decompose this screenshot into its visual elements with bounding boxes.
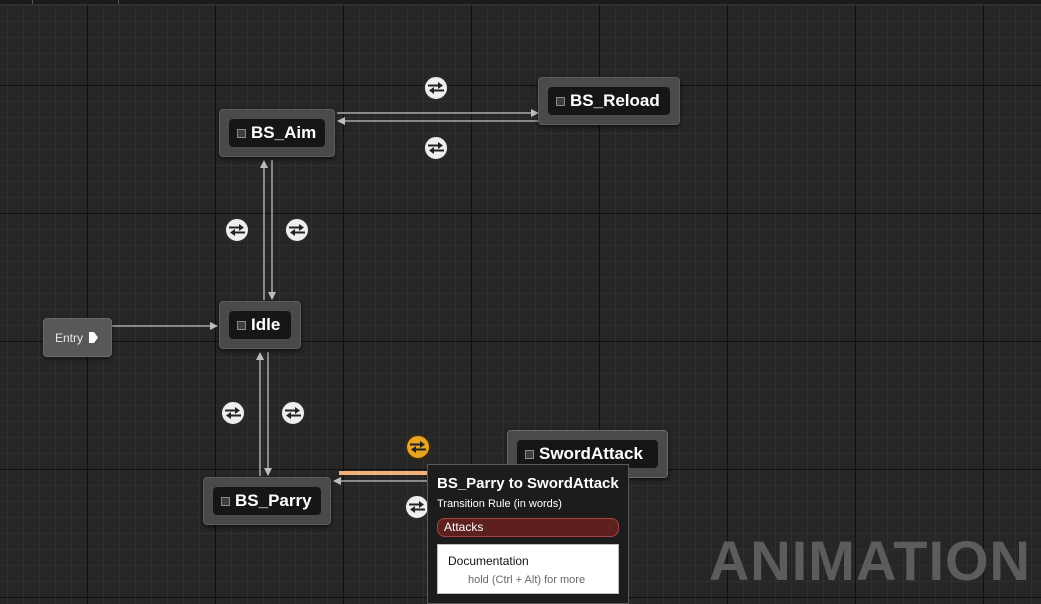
- graph-watermark: ANIMATION: [708, 529, 1031, 592]
- state-label-bs-aim: BS_Aim: [251, 123, 317, 142]
- transition-swap-icon: [289, 224, 305, 236]
- transition-tooltip: BS_Parry to SwordAttack Transition Rule …: [427, 464, 629, 604]
- transition-rule-aim-reload[interactable]: [423, 75, 449, 101]
- documentation-title: Documentation: [448, 554, 529, 568]
- transition-rule-aim-idle[interactable]: [284, 217, 310, 243]
- transition-swap-icon: [229, 224, 245, 236]
- transition-rule-reload-aim[interactable]: [423, 135, 449, 161]
- state-label-bs-parry: BS_Parry: [235, 491, 312, 510]
- state-label-idle: Idle: [251, 315, 281, 334]
- tooltip-subtitle: Transition Rule (in words): [437, 498, 562, 510]
- state-square-icon: [237, 320, 246, 330]
- transition-rule-condition: Attacks: [437, 518, 619, 537]
- entry-arrow-icon: [89, 332, 99, 343]
- documentation-box: Documentation hold (Ctrl + Alt) for more: [437, 544, 619, 594]
- transition-rule-parry-swordattack-highlighted[interactable]: [405, 434, 431, 460]
- state-node-bs-reload[interactable]: BS_Reload: [538, 77, 680, 125]
- transition-swap-icon: [428, 82, 444, 94]
- state-node-body: BS_Parry: [213, 487, 321, 515]
- transition-rule-parry-idle[interactable]: [220, 400, 246, 426]
- documentation-hint: hold (Ctrl + Alt) for more: [468, 574, 586, 586]
- transition-rule-idle-aim[interactable]: [224, 217, 250, 243]
- state-square-icon: [237, 128, 246, 138]
- state-label-sword-attack: SwordAttack: [539, 444, 643, 463]
- entry-label: Entry: [55, 330, 84, 345]
- transition-swap-icon: [225, 407, 241, 419]
- transition-swap-icon: [428, 142, 444, 154]
- transition-swap-icon: [410, 441, 426, 453]
- state-square-icon: [221, 496, 230, 506]
- entry-node[interactable]: Entry: [43, 318, 112, 357]
- state-node-body: Idle: [229, 311, 291, 339]
- state-node-body: BS_Reload: [548, 87, 670, 115]
- state-node-bs-parry[interactable]: BS_Parry: [203, 477, 331, 525]
- tooltip-title: BS_Parry to SwordAttack: [437, 475, 619, 492]
- transition-rule-idle-parry[interactable]: [280, 400, 306, 426]
- state-node-idle[interactable]: Idle: [219, 301, 301, 349]
- state-node-body: BS_Aim: [229, 119, 325, 147]
- state-node-bs-aim[interactable]: BS_Aim: [219, 109, 335, 157]
- state-label-bs-reload: BS_Reload: [570, 91, 660, 110]
- state-square-icon: [556, 96, 565, 106]
- transition-swap-icon: [409, 501, 425, 513]
- state-square-icon: [525, 449, 534, 459]
- transition-swap-icon: [285, 407, 301, 419]
